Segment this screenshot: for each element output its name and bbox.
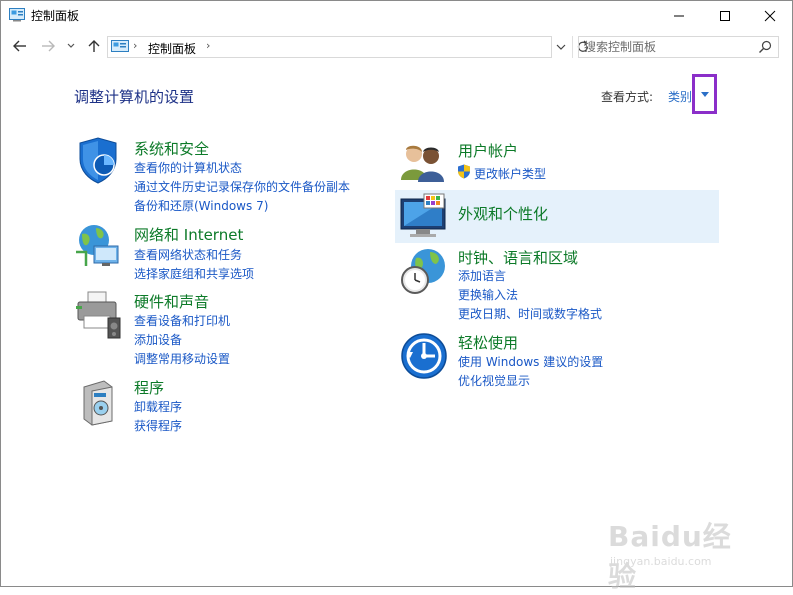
watermark-url: jingyan.baidu.com <box>610 555 712 568</box>
breadcrumb-control-panel[interactable]: 控制面板 <box>148 40 196 57</box>
up-arrow-icon[interactable] <box>86 38 102 56</box>
programs-box-icon[interactable] <box>74 377 122 430</box>
title-bar: 控制面板 <box>0 0 793 30</box>
user-accounts-icon[interactable] <box>400 140 446 187</box>
category-title[interactable]: 时钟、语言和区域 <box>458 247 578 268</box>
link-view-network-status[interactable]: 查看网络状态和任务 <box>134 246 242 263</box>
network-globe-icon[interactable] <box>74 222 122 273</box>
link-get-programs[interactable]: 获得程序 <box>134 417 182 434</box>
breadcrumb-chevron-icon[interactable]: › <box>133 39 137 52</box>
link-backup-restore[interactable]: 备份和还原(Windows 7) <box>134 197 268 214</box>
link-recommended-settings[interactable]: 使用 Windows 建议的设置 <box>458 353 603 370</box>
address-dropdown-button[interactable] <box>551 36 571 58</box>
security-shield-icon[interactable] <box>74 137 122 188</box>
link-view-computer-status[interactable]: 查看你的计算机状态 <box>134 159 242 176</box>
category-title[interactable]: 硬件和声音 <box>134 291 209 312</box>
link-add-device[interactable]: 添加设备 <box>134 331 182 348</box>
maximize-button[interactable] <box>702 0 748 30</box>
search-input[interactable] <box>584 39 754 55</box>
link-change-input-method[interactable]: 更换输入法 <box>458 286 518 303</box>
minimize-button[interactable] <box>656 0 702 30</box>
clock-globe-icon[interactable] <box>400 246 448 299</box>
link-optimize-visual-display[interactable]: 优化视觉显示 <box>458 372 530 389</box>
uac-shield-icon <box>457 164 471 182</box>
printer-speaker-icon[interactable] <box>74 290 122 345</box>
view-by-dropdown-arrow[interactable] <box>692 74 717 114</box>
close-button[interactable] <box>747 0 793 30</box>
page-title: 调整计算机的设置 <box>74 88 195 106</box>
view-by-dropdown[interactable]: 类别 <box>668 88 692 105</box>
link-homegroup-sharing[interactable]: 选择家庭组和共享选项 <box>134 265 254 282</box>
appearance-monitor-icon[interactable] <box>400 193 448 244</box>
category-title[interactable]: 轻松使用 <box>458 332 518 353</box>
ease-of-access-icon[interactable] <box>400 332 448 383</box>
link-add-language[interactable]: 添加语言 <box>458 267 506 284</box>
link-mobility-settings[interactable]: 调整常用移动设置 <box>134 350 230 367</box>
category-title[interactable]: 网络和 Internet <box>134 224 243 245</box>
category-title[interactable]: 程序 <box>134 377 164 398</box>
link-change-account-type[interactable]: 更改帐户类型 <box>474 165 546 182</box>
link-uninstall-program[interactable]: 卸载程序 <box>134 398 182 415</box>
control-panel-icon <box>9 8 25 25</box>
search-icon[interactable] <box>758 40 772 57</box>
link-devices-printers[interactable]: 查看设备和打印机 <box>134 312 230 329</box>
recent-locations-chevron-icon[interactable] <box>66 38 76 56</box>
breadcrumb-chevron-icon[interactable]: › <box>206 39 210 52</box>
category-title[interactable]: 系统和安全 <box>134 138 209 159</box>
back-arrow-icon[interactable] <box>12 38 28 56</box>
category-title[interactable]: 外观和个性化 <box>458 203 548 224</box>
control-panel-folder-icon <box>111 40 129 57</box>
baidu-watermark: Baidu经验 jingyan.baidu.com <box>598 515 758 593</box>
search-box[interactable] <box>578 36 779 58</box>
link-date-time-number-format[interactable]: 更改日期、时间或数字格式 <box>458 305 602 322</box>
link-file-history-backup[interactable]: 通过文件历史记录保存你的文件备份副本 <box>134 178 350 195</box>
category-title[interactable]: 用户帐户 <box>458 140 518 161</box>
view-by-label: 查看方式: <box>601 90 654 104</box>
forward-arrow-icon[interactable] <box>40 38 56 56</box>
address-bar[interactable]: › 控制面板 › <box>107 36 552 58</box>
window-title: 控制面板 <box>31 9 80 23</box>
